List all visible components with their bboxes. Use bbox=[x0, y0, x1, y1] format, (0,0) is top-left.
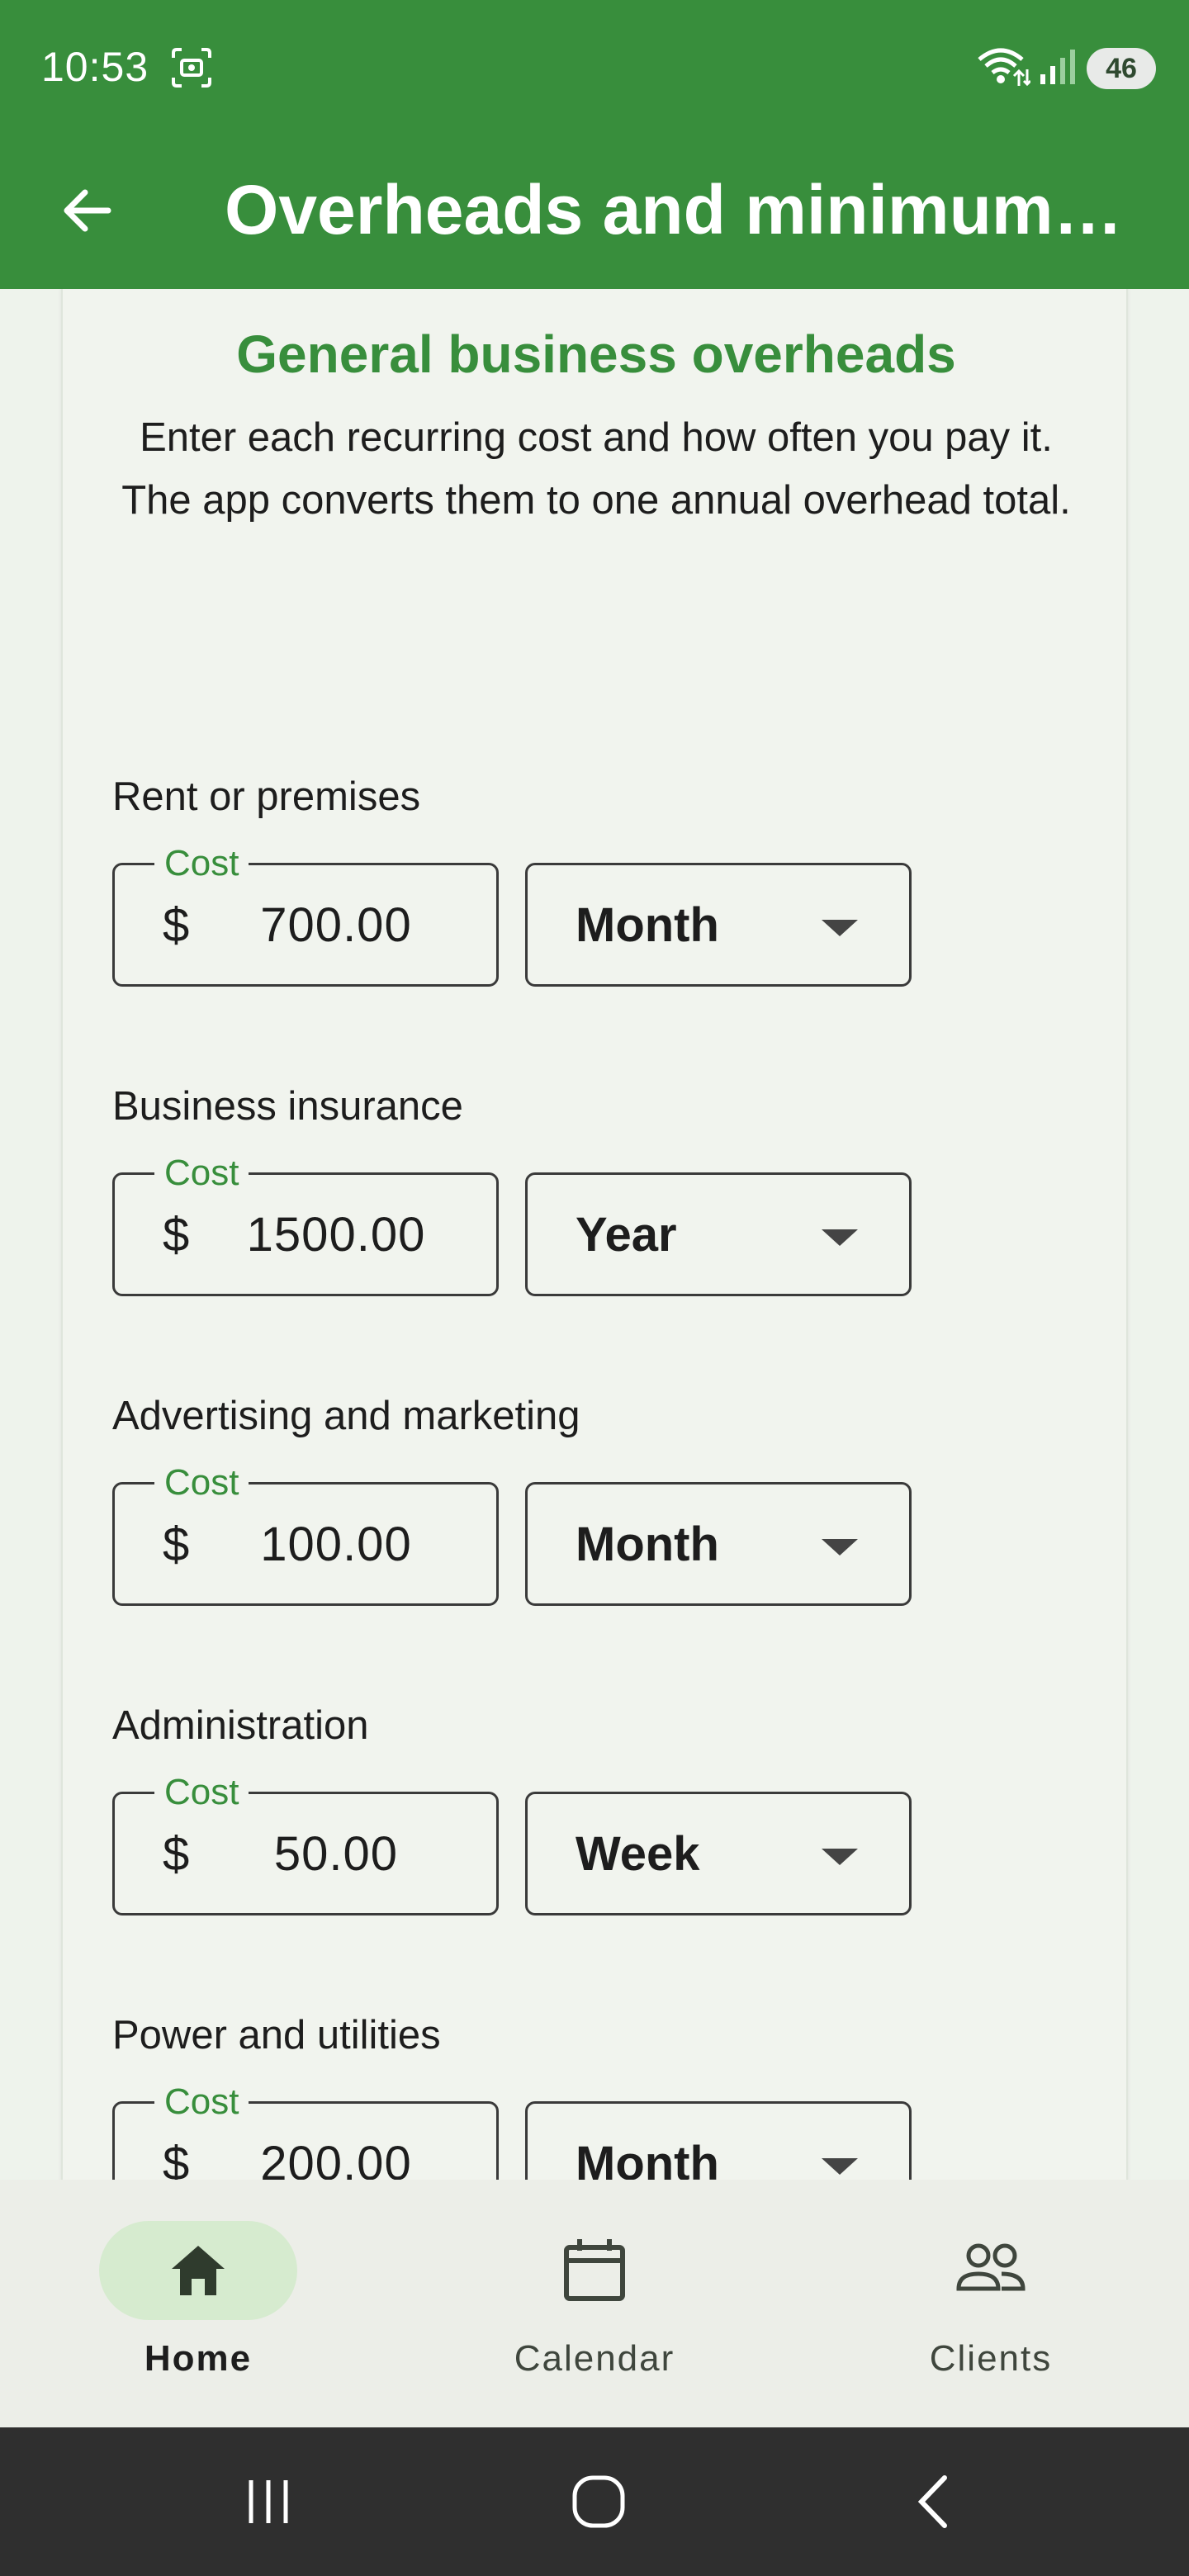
period-value: Month bbox=[576, 1518, 719, 1571]
overheads-card: General business overheads Enter each re… bbox=[61, 289, 1128, 2180]
battery-indicator: 46 bbox=[1087, 48, 1156, 89]
currency-prefix: $ bbox=[163, 1518, 190, 1571]
content-scroll-area[interactable]: General business overheads Enter each re… bbox=[0, 289, 1189, 2180]
currency-prefix: $ bbox=[163, 1208, 190, 1262]
period-dropdown[interactable]: Month bbox=[525, 863, 912, 987]
description-line: The app converts them to one annual over… bbox=[121, 478, 1071, 523]
cost-legend: Cost bbox=[154, 1150, 249, 1196]
system-navigation-bar bbox=[0, 2427, 1189, 2576]
item-label: Business insurance bbox=[112, 1084, 463, 1129]
card-title: General business overheads bbox=[236, 324, 956, 384]
period-value: Year bbox=[576, 1208, 677, 1262]
bottom-navigation: Home Calendar Clients bbox=[0, 2180, 1189, 2427]
cost-input[interactable]: Cost $ 1500.00 bbox=[112, 1150, 499, 1296]
recent-apps-icon bbox=[249, 2480, 288, 2523]
period-dropdown[interactable]: Week bbox=[525, 1792, 912, 1915]
nav-label: Home bbox=[144, 2338, 253, 2379]
dropdown-arrow-icon bbox=[822, 1849, 858, 1865]
nav-calendar[interactable]: Calendar bbox=[471, 2221, 718, 2403]
period-value: Week bbox=[576, 1827, 700, 1881]
app-bar: Overheads and minimum … bbox=[0, 135, 1189, 289]
description-line: Enter each recurring cost and how often … bbox=[140, 415, 1053, 460]
recent-apps-button[interactable] bbox=[231, 2469, 306, 2535]
nav-clients-indicator bbox=[892, 2221, 1090, 2320]
status-bar: 10:53 46 bbox=[0, 0, 1189, 135]
screenshot-icon bbox=[172, 48, 211, 88]
wifi-icon bbox=[978, 48, 1030, 87]
cost-value: 200.00 bbox=[260, 2137, 412, 2180]
nav-label: Clients bbox=[929, 2338, 1053, 2379]
currency-prefix: $ bbox=[163, 2137, 190, 2180]
back-system-button[interactable] bbox=[896, 2469, 970, 2535]
period-dropdown[interactable]: Month bbox=[525, 1482, 912, 1606]
dropdown-arrow-icon bbox=[822, 920, 858, 936]
people-icon bbox=[956, 2243, 1026, 2291]
page-title: Overheads and minimum … bbox=[225, 171, 1141, 249]
screen: 10:53 46 Overheads and minimum … General… bbox=[0, 0, 1189, 2576]
calendar-icon bbox=[564, 2239, 625, 2301]
status-time: 10:53 bbox=[41, 44, 149, 90]
overhead-item-power: Power and utilities Cost $ 200.00 Month bbox=[112, 2004, 1021, 2180]
overhead-item-rent: Rent or premises Cost $ 700.00 Month bbox=[112, 765, 1021, 987]
nav-calendar-indicator bbox=[495, 2221, 694, 2320]
dropdown-arrow-icon bbox=[822, 2158, 858, 2175]
card-description: Enter each recurring cost and how often … bbox=[96, 406, 1097, 532]
overhead-item-advertising: Advertising and marketing Cost $ 100.00 … bbox=[112, 1385, 1021, 1606]
period-dropdown[interactable]: Year bbox=[525, 1172, 912, 1296]
arrow-left-icon bbox=[64, 189, 111, 232]
cost-input[interactable]: Cost $ 700.00 bbox=[112, 841, 499, 987]
item-label: Administration bbox=[112, 1703, 369, 1748]
cost-value: 100.00 bbox=[260, 1518, 412, 1571]
cost-legend: Cost bbox=[154, 1769, 249, 1816]
cost-legend: Cost bbox=[154, 841, 249, 887]
nav-home-indicator bbox=[99, 2221, 297, 2320]
home-system-button[interactable] bbox=[561, 2469, 636, 2535]
overhead-item-administration: Administration Cost $ 50.00 Week bbox=[112, 1694, 1021, 1915]
cost-input[interactable]: Cost $ 200.00 bbox=[112, 2079, 499, 2180]
currency-prefix: $ bbox=[163, 898, 190, 952]
item-label: Rent or premises bbox=[112, 774, 421, 819]
nav-label: Calendar bbox=[514, 2338, 675, 2379]
cost-input[interactable]: Cost $ 100.00 bbox=[112, 1460, 499, 1606]
nav-home[interactable]: Home bbox=[74, 2221, 322, 2403]
chevron-left-icon bbox=[917, 2475, 947, 2528]
home-icon bbox=[172, 2246, 225, 2295]
cost-legend: Cost bbox=[154, 2079, 249, 2125]
cost-value: 50.00 bbox=[273, 1827, 399, 1881]
currency-prefix: $ bbox=[163, 1827, 190, 1881]
overhead-item-insurance: Business insurance Cost $ 1500.00 Year bbox=[112, 1075, 1021, 1296]
back-button[interactable] bbox=[50, 173, 124, 248]
period-dropdown[interactable]: Month bbox=[525, 2101, 912, 2180]
period-value: Month bbox=[576, 2137, 719, 2180]
cost-value: 700.00 bbox=[260, 898, 412, 952]
cost-legend: Cost bbox=[154, 1460, 249, 1506]
dropdown-arrow-icon bbox=[822, 1539, 858, 1556]
cost-value: 1500.00 bbox=[246, 1208, 426, 1262]
nav-clients[interactable]: Clients bbox=[867, 2221, 1115, 2403]
home-circle-icon bbox=[572, 2475, 625, 2528]
dropdown-arrow-icon bbox=[822, 1229, 858, 1246]
item-label: Power and utilities bbox=[112, 2013, 441, 2057]
period-value: Month bbox=[576, 898, 719, 952]
item-label: Advertising and marketing bbox=[112, 1394, 580, 1438]
signal-icon bbox=[1040, 50, 1075, 84]
cost-input[interactable]: Cost $ 50.00 bbox=[112, 1769, 499, 1915]
